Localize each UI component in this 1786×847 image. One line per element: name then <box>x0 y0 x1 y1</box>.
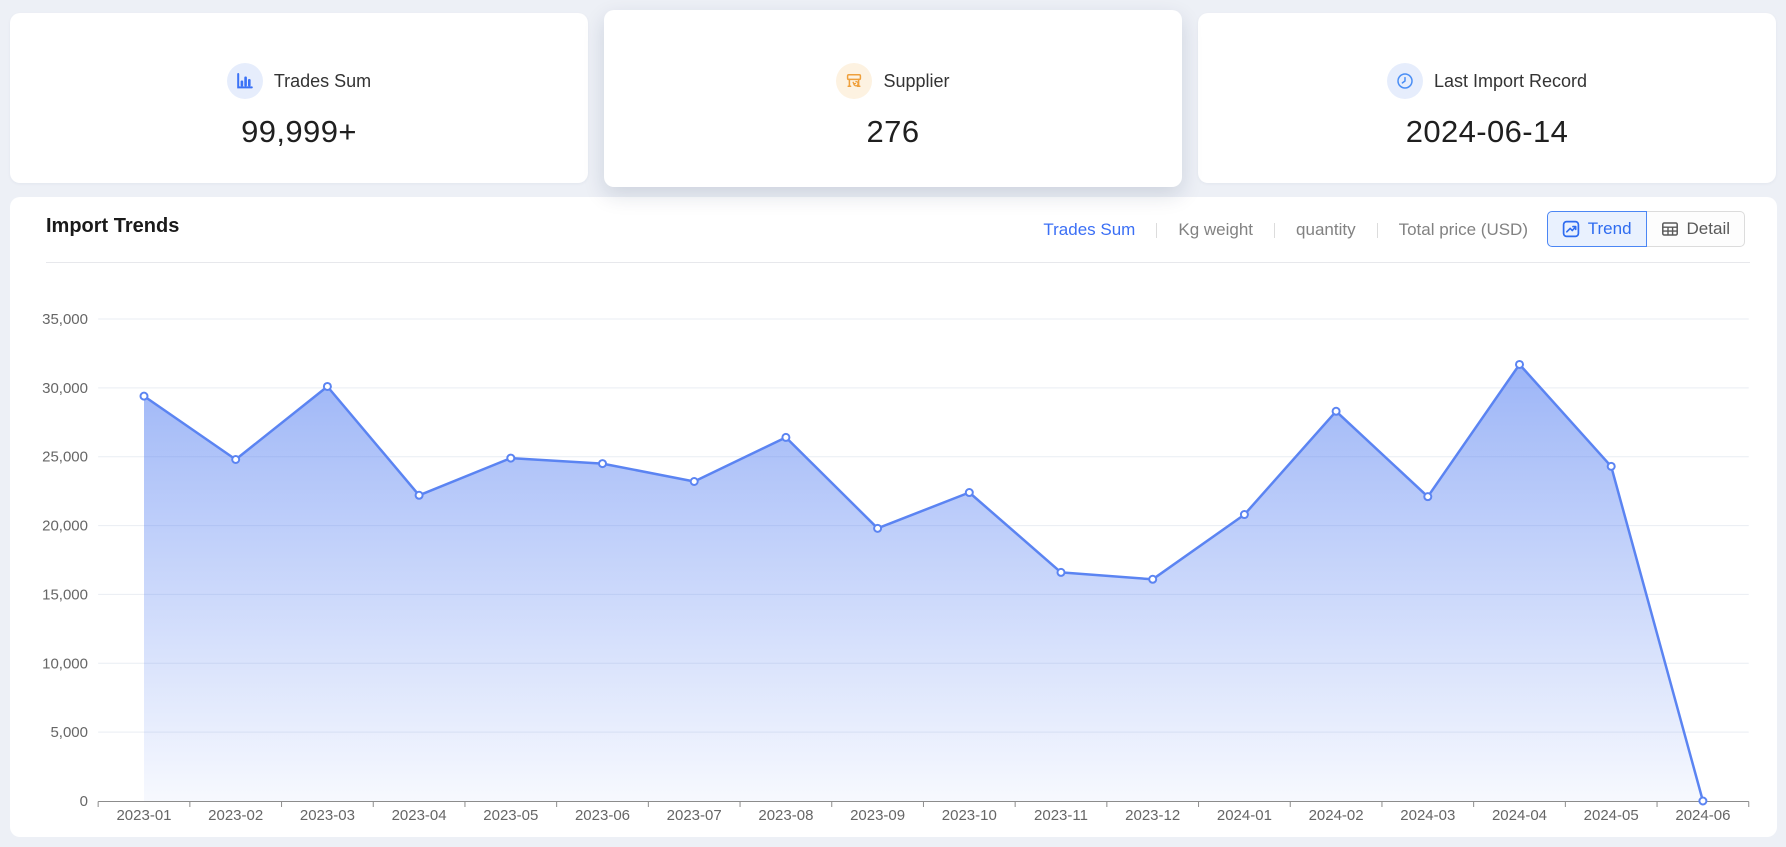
x-axis-tick-label: 2023-10 <box>942 807 997 824</box>
x-axis-tick-label: 2024-04 <box>1492 807 1547 824</box>
clock-icon <box>1387 63 1423 99</box>
card-head: Trades Sum <box>10 63 588 99</box>
data-point[interactable] <box>599 460 606 467</box>
data-point[interactable] <box>141 393 148 400</box>
y-axis-tick-label: 15,000 <box>42 586 88 603</box>
data-point[interactable] <box>966 489 973 496</box>
data-point[interactable] <box>416 492 423 499</box>
y-axis-tick-label: 20,000 <box>42 518 88 535</box>
x-axis-tick-label: 2023-01 <box>116 807 171 824</box>
stat-card-supplier: Supplier 276 <box>604 10 1182 187</box>
card-value: 276 <box>604 114 1182 150</box>
trend-button[interactable]: Trend <box>1547 211 1647 247</box>
x-axis-tick-label: 2023-12 <box>1125 807 1180 824</box>
x-axis-tick-label: 2024-02 <box>1309 807 1364 824</box>
data-point[interactable] <box>1608 463 1615 470</box>
x-axis-tick-label: 2023-02 <box>208 807 263 824</box>
data-point[interactable] <box>1149 576 1156 583</box>
trend-area-chart[interactable]: 0 5,000 10,000 15,000 20,000 25,000 30,000 35,0… <box>10 197 1777 837</box>
data-point[interactable] <box>691 478 698 485</box>
x-axis-tick-label: 2024-03 <box>1400 807 1455 824</box>
card-label: Trades Sum <box>274 71 371 92</box>
x-axis-tick-label: 2023-11 <box>1034 807 1088 824</box>
trend-icon <box>1562 220 1580 238</box>
data-point[interactable] <box>1516 361 1523 368</box>
x-axis-tick-label: 2023-03 <box>300 807 355 824</box>
y-axis-tick-label: 35,000 <box>42 311 88 328</box>
data-point[interactable] <box>782 434 789 441</box>
x-axis-tick-label: 2023-04 <box>392 807 447 824</box>
stat-card-trades-sum: Trades Sum 99,999+ <box>10 13 588 183</box>
data-point[interactable] <box>1241 511 1248 518</box>
y-axis-tick-label: 10,000 <box>42 655 88 672</box>
data-point[interactable] <box>507 455 514 462</box>
trend-button-label: Trend <box>1588 219 1632 239</box>
stat-card-last-import: Last Import Record 2024-06-14 <box>1198 13 1776 183</box>
data-point[interactable] <box>874 525 881 532</box>
card-label: Supplier <box>883 71 949 92</box>
data-point[interactable] <box>1058 569 1065 576</box>
card-head: Last Import Record <box>1198 63 1776 99</box>
y-axis-tick-label: 30,000 <box>42 380 88 397</box>
card-value: 99,999+ <box>10 114 588 150</box>
x-axis-tick-label: 2023-05 <box>483 807 538 824</box>
data-point[interactable] <box>1699 798 1706 805</box>
x-axis-tick-label: 2024-01 <box>1217 807 1272 824</box>
series-area <box>144 364 1703 801</box>
trade-dashboard: Trades Sum 99,999+ Supplier 276 <box>0 0 1786 847</box>
x-axis-tick-label: 2023-07 <box>667 807 722 824</box>
x-axis-tick-label: 2023-08 <box>758 807 813 824</box>
data-point[interactable] <box>324 383 331 390</box>
data-point[interactable] <box>232 456 239 463</box>
card-label: Last Import Record <box>1434 71 1587 92</box>
bar-chart-icon <box>227 63 263 99</box>
storefront-icon <box>836 63 872 99</box>
data-point[interactable] <box>1333 408 1340 415</box>
x-axis-tick-label: 2023-06 <box>575 807 630 824</box>
y-axis-tick-label: 25,000 <box>42 449 88 466</box>
x-axis-tick-label: 2024-06 <box>1675 807 1730 824</box>
card-value: 2024-06-14 <box>1198 114 1776 150</box>
x-axis-tick-label: 2023-09 <box>850 807 905 824</box>
card-head: Supplier <box>604 63 1182 99</box>
y-axis-tick-label: 0 <box>80 793 88 810</box>
import-trends-panel: Import Trends Trades Sum Kg weight quant… <box>10 197 1777 837</box>
x-axis-tick-label: 2024-05 <box>1584 807 1639 824</box>
data-point[interactable] <box>1424 493 1431 500</box>
y-axis-tick-label: 5,000 <box>50 724 88 741</box>
